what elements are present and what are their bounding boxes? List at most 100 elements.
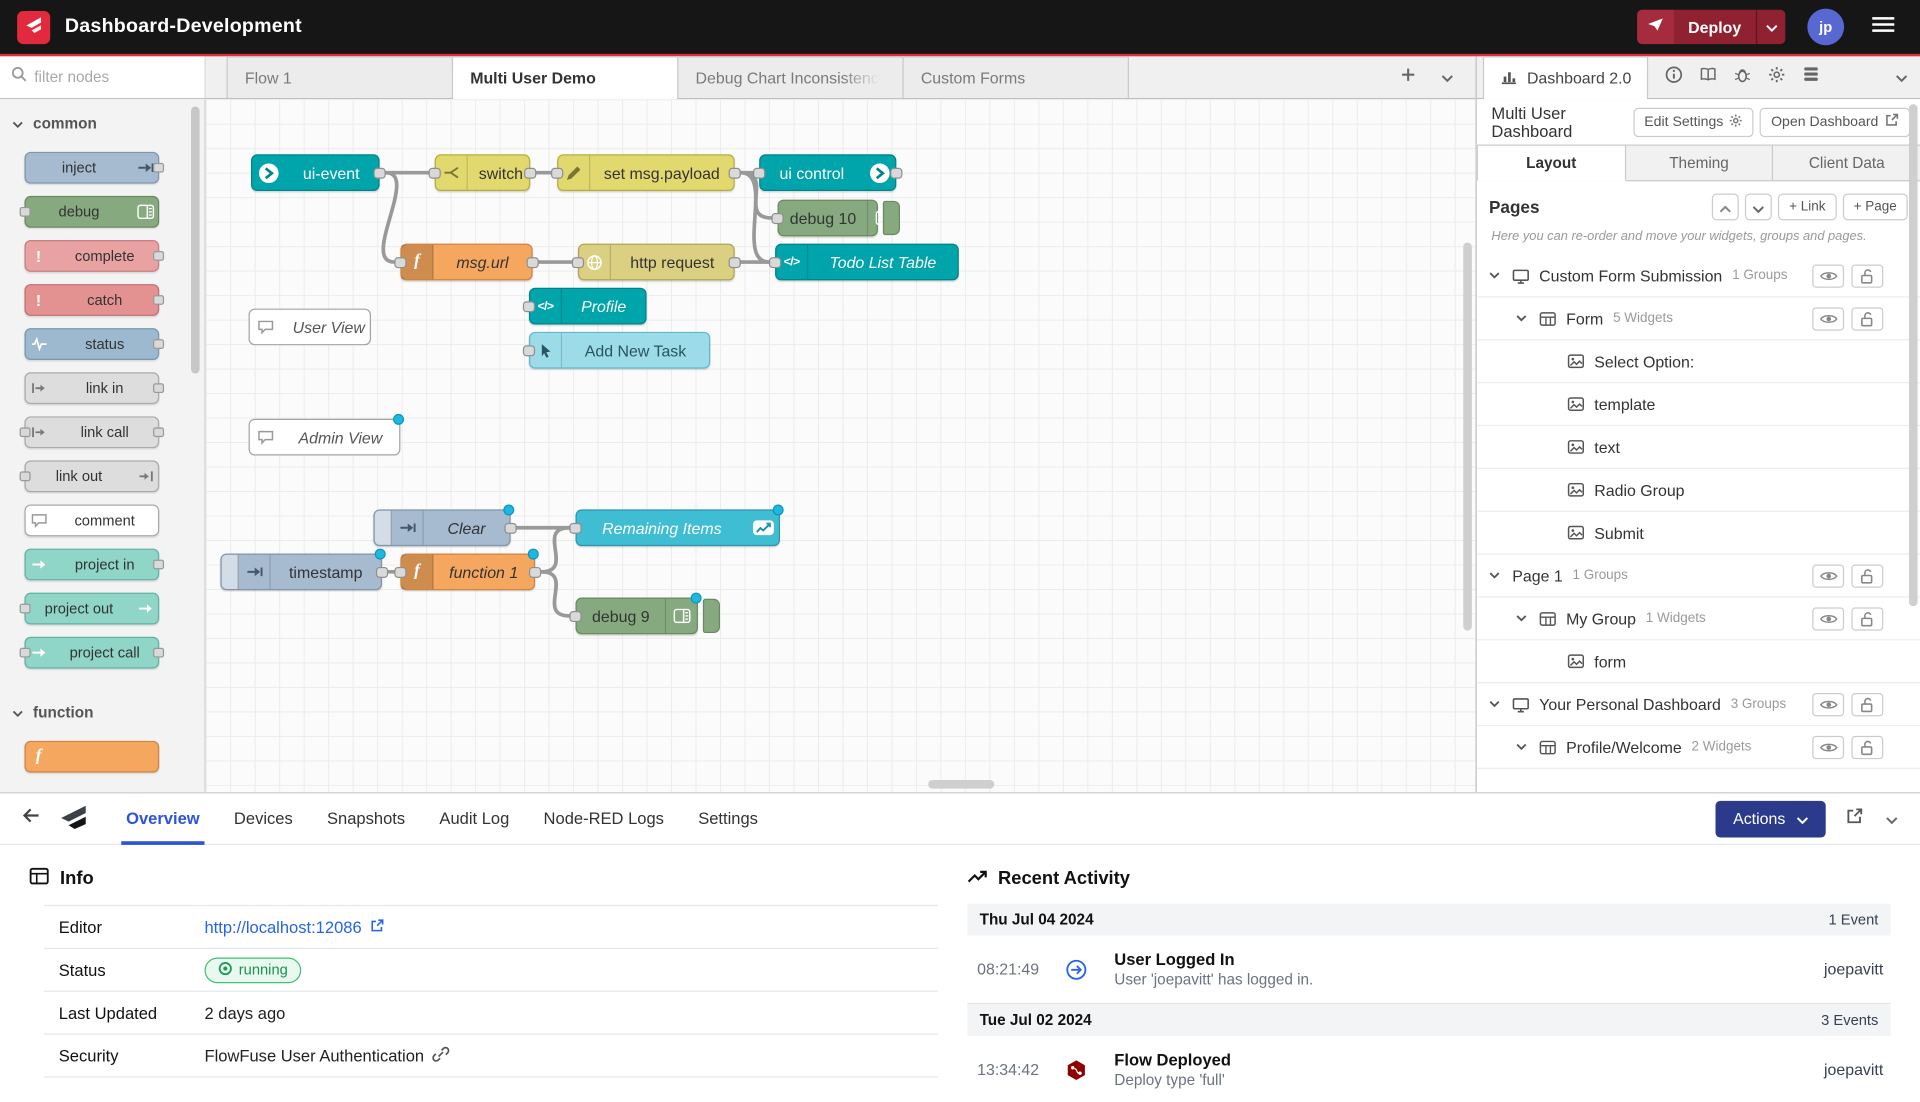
node-input-port[interactable] [20, 427, 31, 437]
tree-row-custom-form-submission[interactable]: Custom Form Submission1 Groups [1477, 255, 1920, 298]
node-output-port[interactable] [153, 251, 164, 261]
palette-node-complete[interactable]: !complete [24, 240, 159, 272]
node-input-port[interactable] [569, 522, 581, 533]
node-input-port[interactable] [572, 257, 584, 268]
node-output-port[interactable] [373, 167, 385, 178]
node-input-port[interactable] [523, 301, 535, 312]
palette-node-debug[interactable]: debug [24, 196, 159, 228]
tree-row-profile-welcome[interactable]: Profile/Welcome2 Widgets [1477, 726, 1920, 769]
tree-row-my-group[interactable]: My Group1 Widgets [1477, 598, 1920, 641]
node-output-port[interactable] [527, 257, 539, 268]
open-in-new-button[interactable] [1843, 804, 1866, 833]
instance-tab-devices[interactable]: Devices [217, 793, 310, 843]
flow-node-debug9[interactable]: debug 9 [576, 598, 698, 635]
visibility-button[interactable] [1812, 307, 1844, 330]
node-input-port[interactable] [753, 167, 765, 178]
edit-settings-button[interactable]: Edit Settings [1633, 107, 1754, 136]
flow-node-user-view[interactable]: User View [249, 309, 371, 346]
open-dashboard-button[interactable]: Open Dashboard [1760, 107, 1910, 136]
workspace-tab-custom-forms[interactable]: Custom Forms [902, 56, 1129, 98]
user-avatar[interactable]: jp [1807, 9, 1844, 46]
lock-button[interactable] [1851, 735, 1883, 758]
flowfuse-dark-logo-icon[interactable] [58, 802, 90, 835]
link-chain-icon[interactable] [433, 1045, 450, 1066]
back-button[interactable] [20, 804, 43, 832]
node-input-port[interactable] [523, 345, 535, 356]
main-menu-button[interactable] [1864, 9, 1903, 46]
node-input-port[interactable] [429, 167, 441, 178]
node-input-port[interactable] [394, 257, 406, 268]
tree-row-text[interactable]: text [1477, 426, 1920, 469]
flowfuse-logo-icon[interactable] [17, 10, 50, 43]
lock-button[interactable] [1851, 607, 1883, 630]
lock-button[interactable] [1851, 692, 1883, 715]
workspace-tab-flow-1[interactable]: Flow 1 [227, 56, 454, 98]
flow-node-http[interactable]: http request [578, 244, 735, 281]
debug-toggle-button[interactable] [883, 201, 900, 235]
tree-row-form[interactable]: Form5 Widgets [1477, 298, 1920, 341]
chevron-down-icon[interactable] [1516, 615, 1531, 622]
wire-ui-event-msg-url[interactable] [383, 173, 396, 262]
flow-node-admin-view[interactable]: Admin View [249, 419, 401, 456]
tree-row-select-option[interactable]: Select Option: [1477, 340, 1920, 383]
flow-node-switch[interactable]: switch [435, 154, 531, 191]
instance-tab-node-red-logs[interactable]: Node-RED Logs [526, 793, 681, 843]
tree-row-radio-group[interactable]: Radio Group [1477, 469, 1920, 512]
node-input-port[interactable] [20, 207, 31, 217]
flow-node-clear[interactable]: Clear [373, 509, 510, 546]
tree-row-page-1[interactable]: Page 11 Groups [1477, 555, 1920, 598]
flow-node-function1[interactable]: ffunction 1 [400, 553, 535, 590]
flow-canvas[interactable]: ui-eventswitchset msg.payloadui controld… [206, 99, 1476, 792]
workspace-tab-multi-user-demo[interactable]: Multi User Demo [452, 56, 679, 98]
chevron-down-icon[interactable] [1489, 700, 1504, 707]
palette-category-common[interactable]: common [0, 99, 204, 139]
move-up-button[interactable] [1712, 193, 1739, 220]
flow-node-profile[interactable]: </>Profile [529, 288, 647, 325]
wire-function1-debug9[interactable] [541, 572, 569, 616]
palette-node-item[interactable]: f [24, 741, 159, 773]
tab-layout[interactable]: Layout [1477, 144, 1626, 181]
node-output-port[interactable] [153, 163, 164, 173]
node-output-port[interactable] [729, 167, 741, 178]
flow-node-ui-event[interactable]: ui-event [251, 154, 380, 191]
node-input-port[interactable] [769, 257, 781, 268]
flow-list-button[interactable] [1431, 62, 1463, 91]
tab-theming[interactable]: Theming [1624, 144, 1773, 181]
debug-tab-button[interactable] [1727, 62, 1758, 93]
visibility-button[interactable] [1812, 607, 1844, 630]
tab-dashboard-2[interactable]: Dashboard 2.0 [1483, 56, 1649, 98]
add-page-button[interactable]: + Page [1843, 193, 1908, 220]
tree-row-template[interactable]: template [1477, 383, 1920, 426]
palette-node-link-in[interactable]: link in [24, 372, 159, 404]
workspace-tab-debug-chart-inconsistence-s[interactable]: Debug Chart Inconsistence S [677, 56, 904, 98]
flow-node-msg-url[interactable]: fmsg.url [400, 244, 532, 281]
node-input-port[interactable] [394, 566, 406, 577]
palette-scrollbar[interactable] [191, 107, 200, 374]
node-input-port[interactable] [771, 212, 783, 223]
palette-node-status[interactable]: status [24, 328, 159, 360]
add-link-button[interactable]: + Link [1778, 193, 1836, 220]
instance-tab-audit-log[interactable]: Audit Log [422, 793, 526, 843]
canvas-horizontal-scrollbar[interactable] [928, 780, 994, 789]
palette-node-project-call[interactable]: project call [24, 637, 159, 669]
palette-node-project-in[interactable]: project in [24, 549, 159, 581]
instance-tab-overview[interactable]: Overview [109, 793, 217, 843]
visibility-button[interactable] [1812, 692, 1844, 715]
lock-button[interactable] [1851, 307, 1883, 330]
chevron-down-icon[interactable] [1516, 315, 1531, 322]
tab-client-data[interactable]: Client Data [1772, 144, 1920, 181]
add-flow-button[interactable] [1392, 62, 1424, 91]
help-tab-button[interactable] [1693, 62, 1724, 93]
visibility-button[interactable] [1812, 564, 1844, 587]
palette-node-link-call[interactable]: link call [24, 416, 159, 448]
move-down-button[interactable] [1745, 193, 1772, 220]
canvas-vertical-scrollbar[interactable] [1463, 242, 1472, 630]
instance-tab-snapshots[interactable]: Snapshots [310, 793, 422, 843]
node-output-port[interactable] [153, 648, 164, 658]
palette-node-project-out[interactable]: project out [24, 593, 159, 625]
node-output-port[interactable] [504, 522, 516, 533]
inject-trigger-button[interactable] [375, 511, 392, 545]
visibility-button[interactable] [1812, 735, 1844, 758]
deploy-button[interactable]: Deploy [1637, 10, 1786, 44]
flow-node-timestamp[interactable]: timestamp [220, 553, 382, 590]
